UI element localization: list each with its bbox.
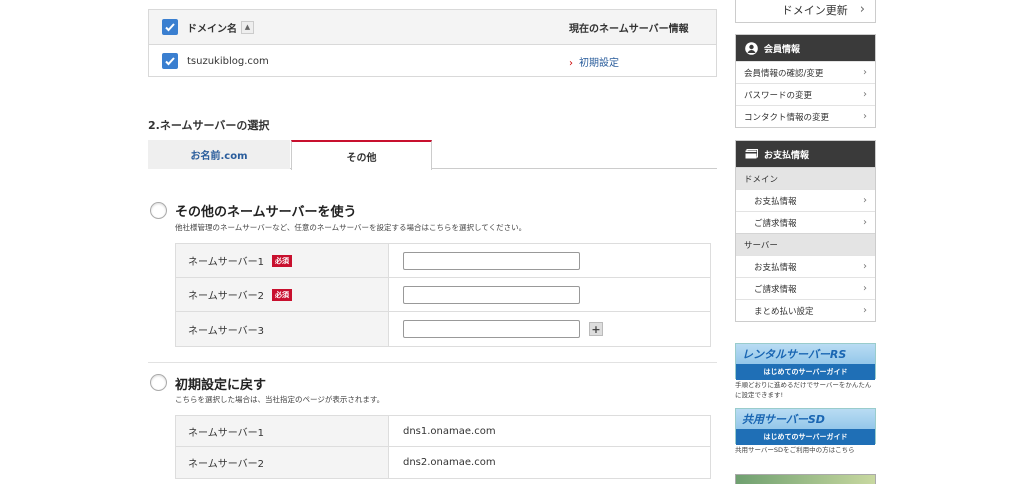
sidebar-item-server-payment[interactable]: お支払情報 ›: [736, 255, 875, 277]
user-icon: [745, 41, 758, 55]
domain-name-header: ドメイン名: [187, 23, 237, 35]
member-panel: 会員情報 会員情報の確認/変更 › パスワードの変更 › コンタクト情報の変更 ›: [735, 34, 876, 128]
card-icon: [745, 148, 758, 161]
domain-renew-button[interactable]: ドメイン更新 ›: [735, 0, 876, 23]
tab-onamae[interactable]: お名前.com: [148, 140, 290, 169]
ns2-label: ネームサーバー2: [188, 459, 264, 470]
payment-panel: お支払情報 ドメイン お支払情報 › ご請求情報 › サーバー お支払情報 › ご請求…: [735, 140, 876, 322]
ns3-input[interactable]: [403, 320, 580, 338]
other-ns-table: ネームサーバー1 必須 ネームサーバー2 必須 ネームサーバー3 +: [175, 243, 711, 347]
other-ns-radio[interactable]: [150, 202, 167, 219]
chevron-right-icon: ›: [863, 195, 867, 206]
sidebar-category-server: サーバー: [736, 233, 875, 255]
tab-other[interactable]: その他: [291, 140, 432, 170]
divider: [148, 362, 717, 363]
chevron-right-icon: ›: [863, 67, 867, 78]
add-ns-button[interactable]: +: [589, 322, 603, 336]
ns1-label: ネームサーバー1: [188, 427, 264, 439]
default-ns-radio-wrap: [150, 374, 167, 391]
sidebar-category-domain: ドメイン: [736, 167, 875, 189]
required-badge: 必須: [271, 288, 292, 301]
banner-sd-title: 共用サーバーSD: [742, 413, 825, 426]
ns1-input[interactable]: [403, 251, 580, 270]
banner-third[interactable]: [735, 474, 876, 484]
domain-name: tsuzukiblog.com: [187, 55, 269, 67]
sort-icon[interactable]: ▲: [241, 20, 254, 34]
sidebar-item-server-billing[interactable]: ご請求情報 ›: [736, 277, 875, 299]
banner-sd-text: 共用サーバーSDをご利用中の方はこちら: [735, 446, 855, 454]
default-ns-description: こちらを選択した場合は、当社指定のページが表示されます。: [175, 395, 385, 404]
sidebar-item-domain-billing[interactable]: ご請求情報 ›: [736, 211, 875, 233]
required-badge: 必須: [271, 254, 292, 267]
table-row: ネームサーバー1 必須: [176, 244, 710, 278]
table-row: ネームサーバー2 dns2.onamae.com: [176, 447, 710, 478]
table-row: ネームサーバー3 +: [176, 312, 710, 346]
default-ns-table: ネームサーバー1 dns1.onamae.com ネームサーバー2 dns2.o…: [175, 415, 711, 479]
default-ns-title: 初期設定に戻す: [175, 378, 267, 393]
table-row: tsuzukiblog.com › 初期設定: [149, 45, 716, 77]
banner-rs-subtitle: はじめてのサーバーガイド: [736, 364, 875, 380]
sidebar-item-domain-payment[interactable]: お支払情報 ›: [736, 189, 875, 211]
ns3-label: ネームサーバー3: [188, 325, 264, 337]
chevron-right-icon: ›: [863, 283, 867, 294]
ns-tabs: お名前.com その他: [148, 140, 717, 170]
ns2-label: ネームサーバー2: [188, 291, 264, 302]
sidebar-item-member-info[interactable]: 会員情報の確認/変更 ›: [736, 61, 875, 83]
banner-rs-title: レンタルサーバーRS: [742, 348, 847, 361]
ns2-value: dns2.onamae.com: [403, 457, 496, 468]
banner-sd-subtitle: はじめてのサーバーガイド: [736, 429, 875, 445]
check-icon: [165, 57, 175, 66]
chevron-right-icon: ›: [863, 261, 867, 272]
domain-table: ドメイン名 ▲ 現在のネームサーバー情報 tsuzukiblog.com › 初期…: [148, 9, 717, 77]
payment-panel-header: お支払情報: [736, 141, 875, 167]
chevron-right-icon: ›: [863, 89, 867, 100]
banner-sd[interactable]: 共用サーバーSD はじめてのサーバーガイド 共用サーバーSDをご利用中の方はこち…: [735, 408, 876, 456]
chevron-right-icon: ›: [863, 305, 867, 316]
other-ns-description: 他社様管理のネームサーバーなど、任意のネームサーバーを設定する場合はこちらを選択…: [175, 223, 527, 232]
chevron-right-icon: ›: [859, 2, 865, 17]
other-ns-title: その他のネームサーバーを使う: [175, 205, 357, 220]
banner-rs[interactable]: レンタルサーバーRS はじめてのサーバーガイド 手順どおりに進めるだけでサーバー…: [735, 343, 876, 400]
other-ns-radio-wrap: [150, 202, 167, 219]
ns1-label: ネームサーバー1: [188, 257, 264, 268]
table-row: ネームサーバー1 dns1.onamae.com: [176, 416, 710, 447]
chevron-right-icon: ›: [863, 217, 867, 228]
ns2-input[interactable]: [403, 285, 580, 304]
select-all-checkbox[interactable]: [162, 19, 178, 35]
check-icon: [165, 23, 175, 32]
domain-checkbox[interactable]: [162, 53, 178, 69]
section-title: 2.ネームサーバーの選択: [148, 119, 270, 132]
ns1-value: dns1.onamae.com: [403, 425, 496, 437]
sidebar-item-bulk-payment[interactable]: まとめ払い設定 ›: [736, 299, 875, 321]
default-ns-radio[interactable]: [150, 374, 167, 391]
current-ns-header: 現在のネームサーバー情報: [569, 23, 689, 35]
banner-rs-text: 手順どおりに進めるだけでサーバーをかんたんに設定できます!: [735, 381, 872, 399]
current-ns-link[interactable]: › 初期設定: [569, 54, 619, 69]
chevron-right-icon: ›: [863, 111, 867, 122]
table-row: ネームサーバー2 必須: [176, 278, 710, 312]
sidebar-item-contact[interactable]: コンタクト情報の変更 ›: [736, 105, 875, 127]
domain-table-header: ドメイン名 ▲ 現在のネームサーバー情報: [149, 10, 716, 45]
member-panel-header: 会員情報: [736, 35, 875, 61]
chevron-right-icon: ›: [569, 57, 573, 69]
sidebar-item-password[interactable]: パスワードの変更 ›: [736, 83, 875, 105]
